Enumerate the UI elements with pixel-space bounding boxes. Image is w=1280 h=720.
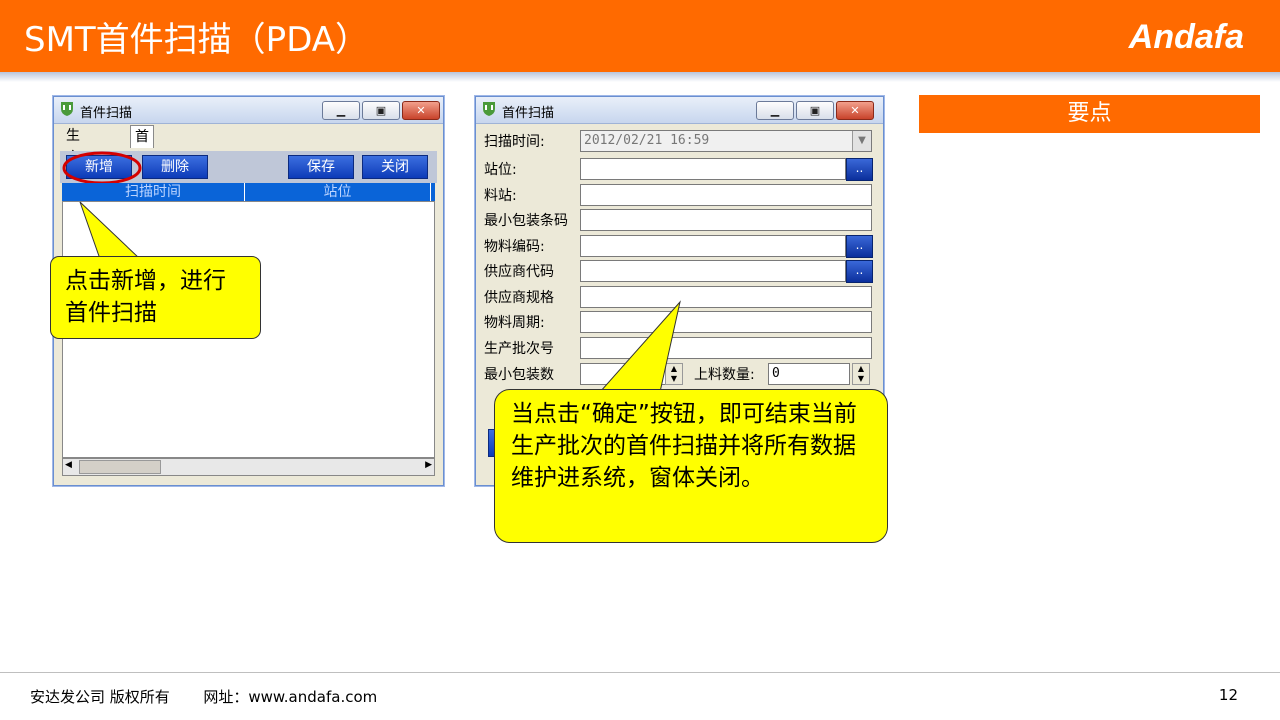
right-callout-text: 当点击“确定”按钮，即可结束当前生产批次的首件扫描并将所有数据维护进系统，窗体关… [511, 401, 857, 491]
right-callout: 当点击“确定”按钮，即可结束当前生产批次的首件扫描并将所有数据维护进系统，窗体关… [494, 389, 888, 543]
footer-website-label: 网址： [203, 688, 249, 706]
footer-info: 安达发公司 版权所有 网址：www.andafa.com [30, 686, 377, 707]
footer-divider [0, 672, 1280, 673]
page-number: 12 [1218, 686, 1238, 704]
footer-copyright: 安达发公司 版权所有 [30, 688, 170, 706]
footer-website-link[interactable]: www.andafa.com [248, 688, 377, 706]
keypoint-banner: 要点 [919, 95, 1260, 133]
